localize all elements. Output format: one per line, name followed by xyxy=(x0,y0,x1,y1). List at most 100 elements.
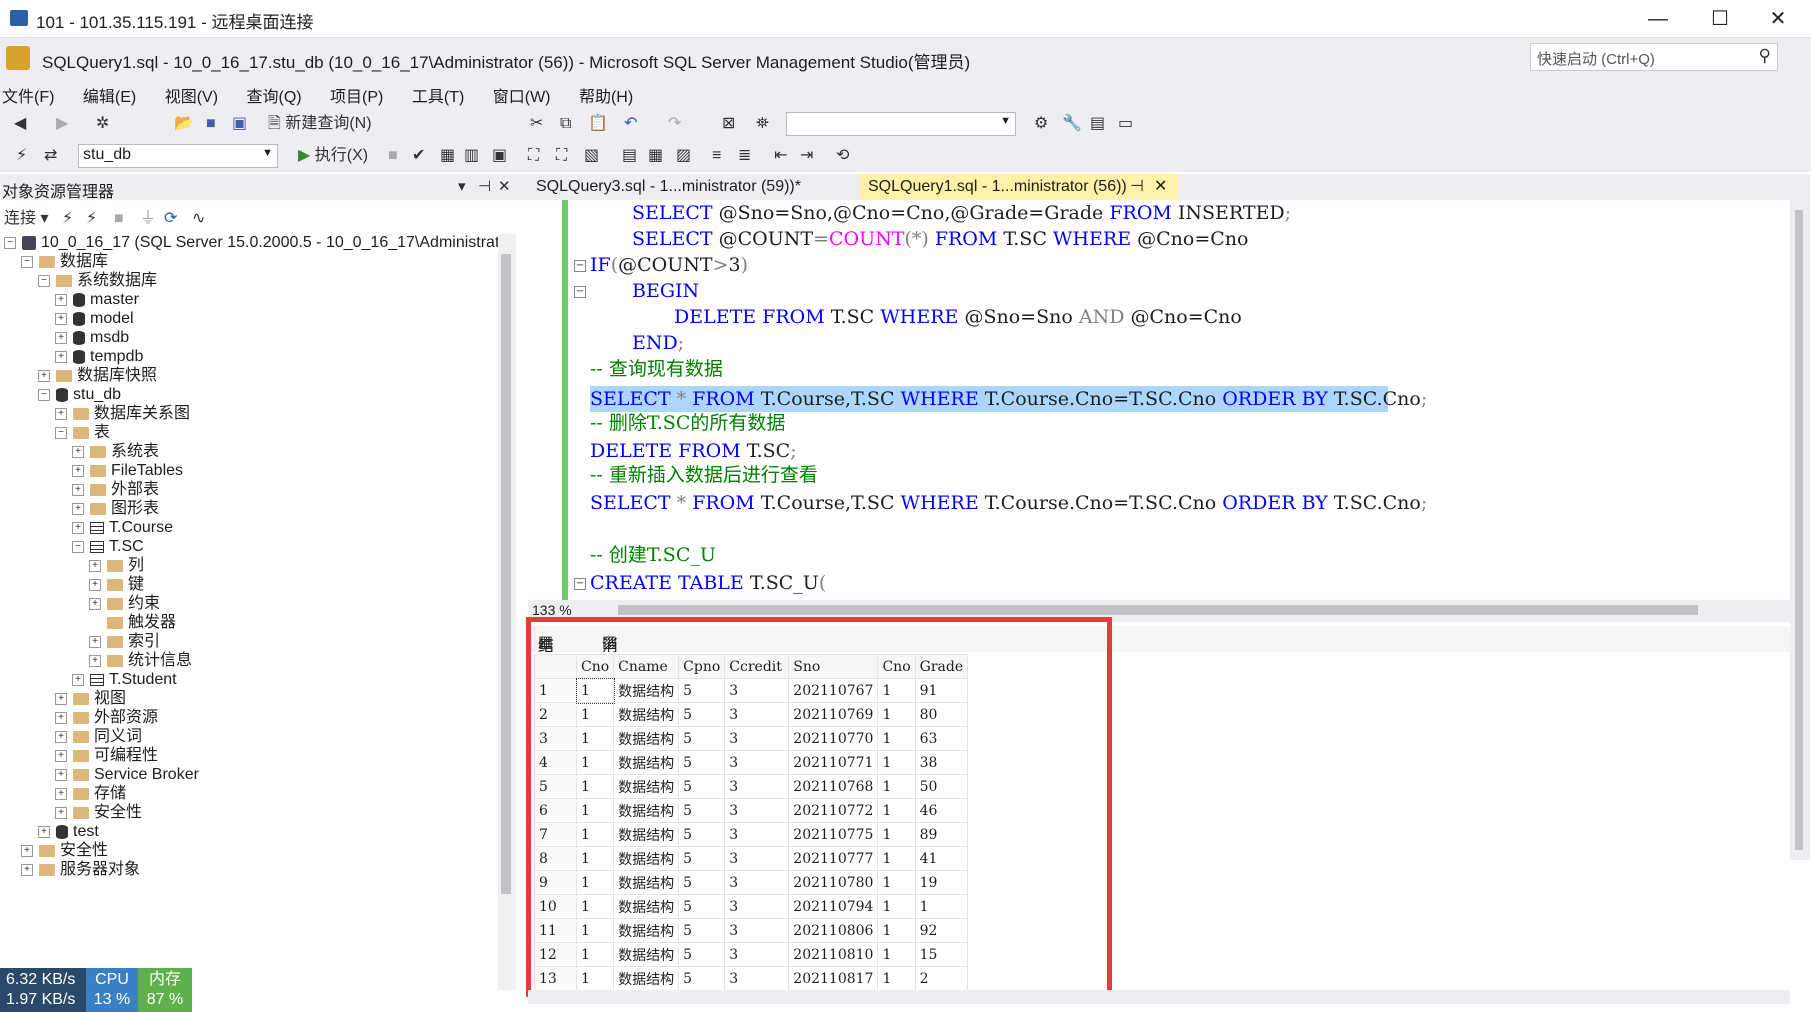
execute-button[interactable]: ▶ 执行(X) xyxy=(298,145,368,167)
sql-editor[interactable]: − − − SELECT @Sno=Sno,@Cno=Cno,@Grade=Gr… xyxy=(528,200,1790,600)
fold-toggle[interactable]: − xyxy=(574,578,586,590)
expand-toggle-icon[interactable]: + xyxy=(55,806,67,819)
outdent-icon[interactable]: ⇤ xyxy=(774,145,787,167)
tab-sqlquery1[interactable]: SQLQuery1.sql - 1...ministrator (56)) ⊣ … xyxy=(860,174,1178,200)
dropdown-icon[interactable]: ▾ xyxy=(458,177,466,195)
fold-toggle[interactable]: − xyxy=(574,286,586,298)
results-hscrollbar[interactable] xyxy=(528,990,1790,1004)
expand-toggle-icon[interactable]: + xyxy=(72,502,84,515)
expand-toggle-icon[interactable]: + xyxy=(89,654,101,667)
change-connection-icon[interactable]: ⇄ xyxy=(44,145,57,167)
collapse-toggle-icon[interactable]: − xyxy=(4,236,16,249)
scrollbar-thumb[interactable] xyxy=(1795,210,1803,850)
refresh-icon[interactable]: ⟳ xyxy=(164,208,177,230)
expand-toggle-icon[interactable]: + xyxy=(55,711,67,724)
solution-icon[interactable]: ⛯ xyxy=(756,113,769,135)
results-grid-icon[interactable]: ▦ xyxy=(648,145,663,167)
save-all-icon[interactable]: ▣ xyxy=(232,113,247,135)
expand-toggle-icon[interactable]: + xyxy=(21,844,33,857)
expand-toggle-icon[interactable]: + xyxy=(38,825,50,838)
expand-toggle-icon[interactable]: + xyxy=(89,559,101,572)
expand-toggle-icon[interactable]: + xyxy=(55,350,67,363)
results-text-icon[interactable]: ▤ xyxy=(622,145,637,167)
database-selector[interactable]: stu_db ▼ xyxy=(78,144,278,168)
object-explorer-scrollbar[interactable] xyxy=(498,234,516,990)
fold-toggle[interactable]: − xyxy=(574,260,586,272)
expand-toggle-icon[interactable]: + xyxy=(55,331,67,344)
zoom-level[interactable]: 133 % xyxy=(532,602,572,618)
save-icon[interactable]: ■ xyxy=(206,113,216,135)
minimize-button[interactable]: — xyxy=(1630,4,1686,34)
expand-toggle-icon[interactable]: + xyxy=(55,787,67,800)
back-icon[interactable]: ◀ xyxy=(14,113,26,135)
live-stats-icon[interactable]: ⛶ xyxy=(556,145,567,167)
results-to-grid-icon[interactable]: ▦ xyxy=(440,145,455,167)
menu-file[interactable]: 文件(F) xyxy=(2,78,66,107)
include-plan-icon[interactable]: ⛶ xyxy=(528,145,539,167)
indent-icon[interactable]: ⇥ xyxy=(800,145,813,167)
forward-icon[interactable]: ▶ xyxy=(56,113,68,135)
stop-icon[interactable]: ■ xyxy=(388,145,398,167)
scrollbar-thumb[interactable] xyxy=(501,254,511,894)
estimated-plan-icon[interactable]: ▥ xyxy=(464,145,479,167)
menu-project[interactable]: 项目(P) xyxy=(330,78,395,107)
expand-toggle-icon[interactable]: + xyxy=(55,312,67,325)
quicklaunch-input[interactable]: 快速启动 (Ctrl+Q) ⚲ xyxy=(1530,43,1778,71)
client-stats-icon[interactable]: ▧ xyxy=(584,145,599,167)
close-icon[interactable]: ✕ xyxy=(498,177,511,195)
filter-icon[interactable]: ⏚ xyxy=(140,208,156,230)
expand-toggle-icon[interactable]: + xyxy=(55,768,67,781)
cut-icon[interactable]: ✂ xyxy=(530,113,543,135)
activity-monitor-icon[interactable]: ⊠ xyxy=(722,113,735,135)
menu-tools[interactable]: 工具(T) xyxy=(412,78,476,107)
stop-icon[interactable]: ■ xyxy=(114,208,124,230)
expand-toggle-icon[interactable]: + xyxy=(55,692,67,705)
menu-help[interactable]: 帮助(H) xyxy=(579,78,645,107)
new-project-icon[interactable]: ✲ xyxy=(96,113,109,135)
expand-toggle-icon[interactable]: + xyxy=(55,407,67,420)
expand-toggle-icon[interactable]: + xyxy=(72,483,84,496)
new-query-button[interactable]: 🗎 新建查询(N) xyxy=(268,113,372,135)
redo-icon[interactable]: ↷ xyxy=(668,113,681,135)
toolbox-icon[interactable]: ▤ xyxy=(1090,113,1105,135)
expand-toggle-icon[interactable]: + xyxy=(55,293,67,306)
maximize-button[interactable]: ☐ xyxy=(1692,4,1748,34)
pin-icon[interactable]: ⊣ xyxy=(478,177,491,195)
expand-toggle-icon[interactable]: + xyxy=(21,863,33,876)
collapse-toggle-icon[interactable]: − xyxy=(38,274,50,287)
menu-edit[interactable]: 编辑(E) xyxy=(83,78,148,107)
properties-icon[interactable]: ⚙ xyxy=(1034,113,1048,135)
editor-vscrollbar[interactable] xyxy=(1790,200,1810,860)
copy-icon[interactable]: ⧉ xyxy=(560,113,571,135)
expand-toggle-icon[interactable]: + xyxy=(72,445,84,458)
expand-toggle-icon[interactable]: + xyxy=(55,749,67,762)
connect-button[interactable]: 连接 ▾ xyxy=(4,208,49,230)
pin-icon[interactable]: ⊣ xyxy=(1130,174,1144,200)
collapse-toggle-icon[interactable]: − xyxy=(21,255,33,268)
expand-toggle-icon[interactable]: + xyxy=(38,369,50,382)
tab-sqlquery3[interactable]: SQLQuery3.sql - 1...ministrator (59))* xyxy=(528,174,809,200)
close-button[interactable]: ✕ xyxy=(1750,4,1806,34)
expand-toggle-icon[interactable]: + xyxy=(89,597,101,610)
collapse-toggle-icon[interactable]: − xyxy=(72,540,84,553)
menu-query[interactable]: 查询(Q) xyxy=(246,78,313,107)
menu-view[interactable]: 视图(V) xyxy=(165,78,230,107)
wrench-icon[interactable]: 🔧 xyxy=(1062,113,1082,135)
expand-toggle-icon[interactable]: + xyxy=(72,521,84,534)
collapse-toggle-icon[interactable]: − xyxy=(55,426,67,439)
expand-toggle-icon[interactable]: + xyxy=(72,673,84,686)
connect-icon[interactable]: ⚡ xyxy=(16,145,27,167)
expand-toggle-icon[interactable]: + xyxy=(55,730,67,743)
uncomment-icon[interactable]: ≣ xyxy=(738,145,751,167)
query-options-icon[interactable]: ▣ xyxy=(492,145,507,167)
results-file-icon[interactable]: ▨ xyxy=(676,145,691,167)
undo-icon[interactable]: ↶ xyxy=(624,113,637,135)
solution-config-combo[interactable]: ▼ xyxy=(786,112,1016,136)
expand-toggle-icon[interactable]: + xyxy=(72,464,84,477)
menu-window[interactable]: 窗口(W) xyxy=(493,78,563,107)
connect-plug-icon[interactable]: ⚡ xyxy=(62,208,73,230)
open-icon[interactable]: 📂 xyxy=(174,113,194,135)
disconnect-icon[interactable]: ⚡ xyxy=(86,208,97,230)
specify-values-icon[interactable]: ⟲ xyxy=(836,145,849,167)
window-icon[interactable]: ▭ xyxy=(1118,113,1133,135)
